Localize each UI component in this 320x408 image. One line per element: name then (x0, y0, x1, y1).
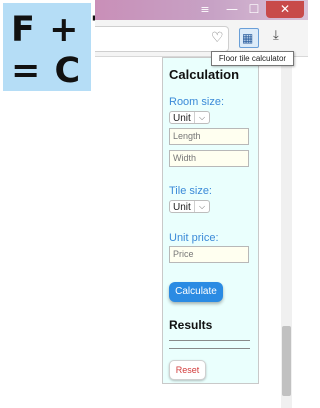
calculator-popup: Calculation Room size: Unit ⌵ Length Wid… (162, 57, 259, 384)
price-input[interactable]: Price (169, 246, 249, 263)
calculate-button[interactable]: Calculate (169, 282, 223, 302)
scrollbar-thumb[interactable] (282, 326, 291, 396)
heart-icon[interactable]: ♡ (211, 30, 224, 46)
chevron-down-icon: ⌵ (194, 201, 209, 212)
browser-titlebar: ≡ — ☐ ✕ (95, 0, 308, 20)
extension-tooltip: Floor tile calculator (211, 51, 294, 66)
width-input[interactable]: Width (169, 150, 249, 167)
hamburger-menu-icon[interactable]: ≡ (198, 1, 212, 18)
reset-button[interactable]: Reset (169, 360, 206, 380)
extension-button[interactable]: ▦ (239, 28, 259, 48)
popup-title: Calculation (169, 67, 240, 82)
room-unit-select[interactable]: Unit ⌵ (169, 111, 210, 124)
address-bar[interactable]: ♡ (95, 26, 229, 52)
app-logo: F + T = C (3, 3, 116, 91)
download-icon[interactable]: ⤓ (273, 28, 279, 43)
unit-price-label: Unit price: (169, 232, 219, 244)
tile-unit-value: Unit (173, 202, 191, 213)
tile-size-label: Tile size: (169, 185, 212, 197)
divider (169, 348, 250, 349)
logo-text-line2: = C (11, 51, 82, 91)
divider (169, 340, 250, 341)
maximize-icon[interactable]: ☐ (244, 1, 264, 18)
room-unit-value: Unit (173, 113, 191, 124)
close-icon[interactable]: ✕ (266, 1, 304, 18)
tile-unit-select[interactable]: Unit ⌵ (169, 200, 210, 213)
chevron-down-icon: ⌵ (194, 112, 209, 123)
room-size-label: Room size: (169, 96, 225, 108)
floor-tile-calculator-icon: ▦ (242, 31, 254, 45)
length-input[interactable]: Length (169, 128, 249, 145)
results-heading: Results (169, 318, 213, 332)
minimize-icon[interactable]: — (222, 1, 242, 18)
